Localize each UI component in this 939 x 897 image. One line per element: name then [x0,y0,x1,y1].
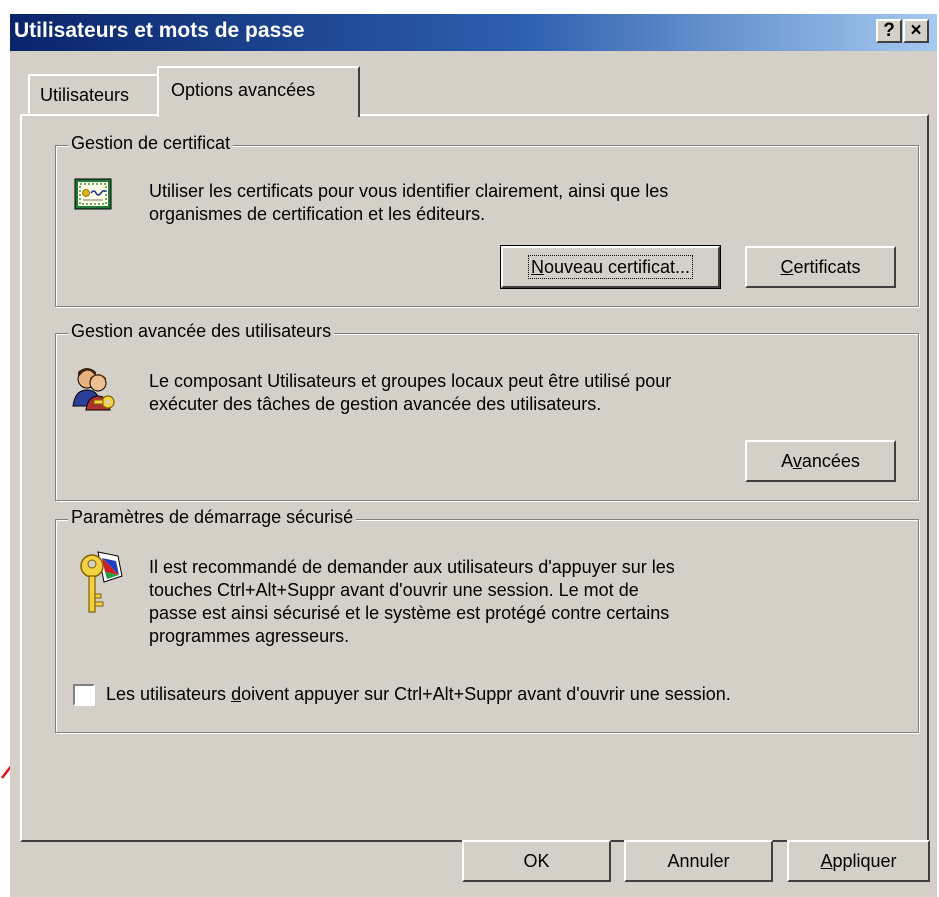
secure-boot-description: Il est recommandé de demander aux utilis… [149,556,675,648]
advanced-users-description: Le composant Utilisateurs et groupes loc… [149,370,671,416]
certificate-icon [74,178,112,210]
tab-utilisateurs[interactable]: Utilisateurs [28,74,159,114]
new-certificate-button-label: Nouveau certificat... [527,255,694,279]
advanced-users-group: Gestion avancée des utilisateurs Le comp… [55,321,919,501]
advanced-button[interactable]: Avancées [745,440,896,482]
dialog-window: Utilisateurs et mots de passe ? × Utilis… [10,14,937,897]
tab-options-avancees[interactable]: Options avancées [157,66,360,117]
cancel-button[interactable]: Annuler [624,840,773,882]
checkbox-label-pre: Les utilisateurs [106,684,232,704]
secure-boot-description-line-3: passe est ainsi sécurisé et le système e… [149,603,670,623]
close-button[interactable]: × [903,19,929,43]
ok-button[interactable]: OK [462,840,611,882]
certificates-label-post: ertificats [793,257,861,277]
advanced-users-group-legend: Gestion avancée des utilisateurs [68,321,335,342]
tab-options-avancees-label: Options avancées [171,80,316,100]
advanced-label-post: ancées [801,451,860,471]
checkbox-label-post: oivent appuyer sur Ctrl+Alt+Suppr avant … [241,684,731,704]
checkbox-accesskey: d [231,684,242,704]
advanced-accesskey: v [792,451,802,471]
key-icon [80,551,123,613]
users-key-icon [72,368,115,411]
new-certificate-button[interactable]: Nouveau certificat... [500,245,721,289]
certificate-group: Gestion de certificat Utiliser les certi… [55,133,919,307]
certificate-description-line-1: Utiliser les certificats pour vous ident… [149,181,669,201]
certificate-description-line-2: organismes de certification et les édite… [149,204,486,224]
advanced-users-description-line-1: Le composant Utilisateurs et groupes loc… [149,371,672,391]
apply-label-post: ppliquer [832,851,897,871]
tab-utilisateurs-label: Utilisateurs [40,85,130,105]
secure-boot-description-line-4: programmes agresseurs. [149,626,350,646]
new-certificate-label-post: ouveau certificat... [543,257,691,277]
title-bar: Utilisateurs et mots de passe ? × [10,14,937,51]
ctrl-alt-del-checkbox-label[interactable]: Les utilisateurs doivent appuyer sur Ctr… [106,684,731,705]
secure-boot-description-line-1: Il est recommandé de demander aux utilis… [149,557,675,577]
advanced-users-description-line-2: exécuter des tâches de gestion avancée d… [149,394,602,414]
ctrl-alt-del-checkbox[interactable] [73,684,95,706]
advanced-label-pre: A [781,451,793,471]
apply-button[interactable]: Appliquer [787,840,930,882]
window-title: Utilisateurs et mots de passe [14,19,305,42]
secure-boot-description-line-2: touches Ctrl+Alt+Suppr avant d'ouvrir un… [149,580,639,600]
new-certificate-accesskey: N [530,257,544,277]
certificate-description: Utiliser les certificats pour vous ident… [149,180,668,226]
tab-panel: Gestion de certificat Utiliser les certi… [20,114,929,842]
certificate-group-legend: Gestion de certificat [68,133,234,154]
apply-accesskey: A [820,851,833,871]
secure-boot-group-legend: Paramètres de démarrage sécurisé [68,507,357,528]
help-button[interactable]: ? [876,19,902,43]
certificates-button[interactable]: Certificats [745,246,896,288]
certificates-accesskey: C [780,257,794,277]
secure-boot-group: Paramètres de démarrage sécurisé Il est … [55,507,919,733]
